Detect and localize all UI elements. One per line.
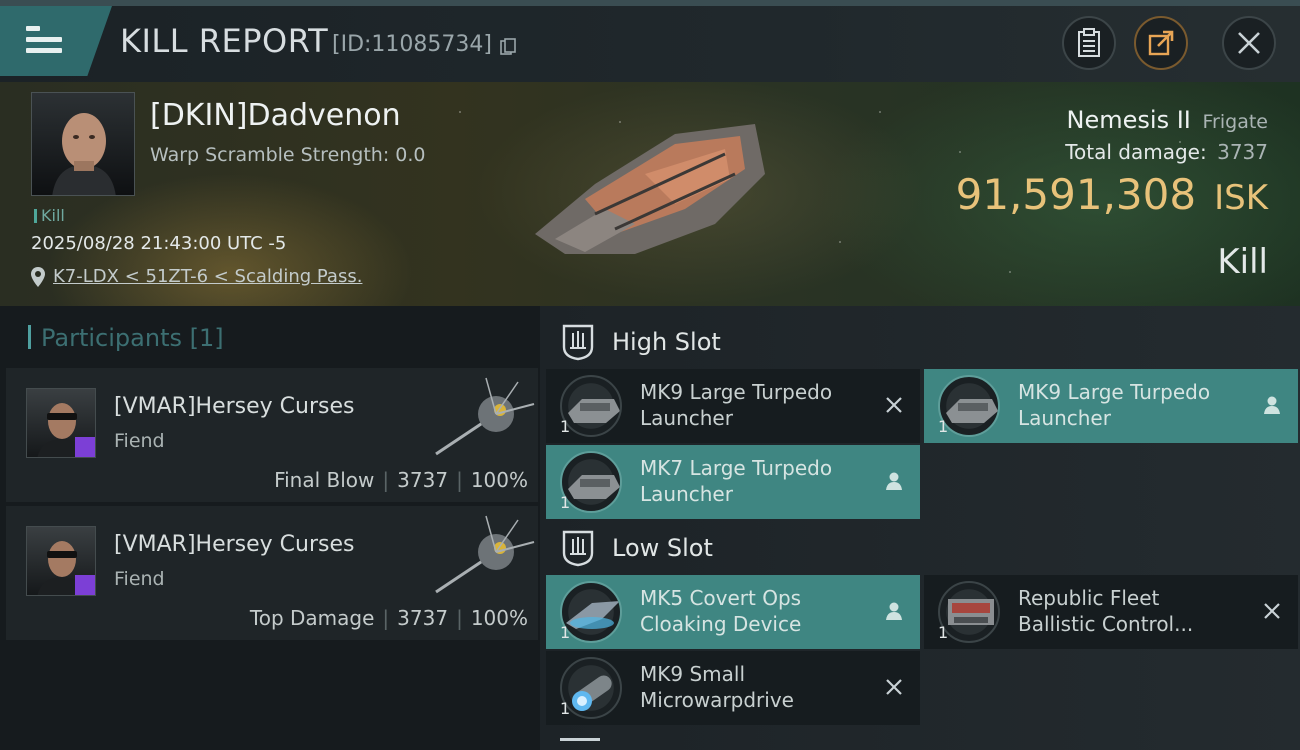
module-name: MK9 Large Turpedo Launcher [640, 380, 833, 430]
participant-stats: Top Damage | 3737 | 100% [249, 606, 528, 630]
dropped-person-icon [1260, 393, 1284, 417]
menu-button[interactable] [0, 6, 112, 76]
clipboard-button[interactable] [1062, 16, 1116, 70]
warp-scramble-strength: Warp Scramble Strength: 0.0 [150, 144, 426, 166]
destroyed-x-icon [1260, 599, 1284, 623]
high-slot-module[interactable]: 1 MK9 Large Turpedo Launcher [546, 369, 920, 443]
page-title: KILL REPORT [120, 22, 329, 60]
isk-amount: 91,591,308 [955, 170, 1197, 219]
low-slot-title: Low Slot [612, 534, 713, 562]
module-quantity: 1 [560, 493, 571, 512]
module-quantity: 1 [560, 699, 571, 718]
isk-unit: ISK [1214, 178, 1268, 218]
participant-badge [75, 437, 95, 457]
close-button[interactable] [1222, 16, 1276, 70]
share-button[interactable] [1134, 16, 1188, 70]
module-quantity: 1 [560, 417, 571, 436]
participant-percent: 100% [470, 606, 528, 630]
participant-badge [75, 575, 95, 595]
module-quantity: 1 [938, 417, 949, 436]
kill-location[interactable]: K7-LDX < 51ZT-6 < Scalding Pass. [31, 266, 362, 287]
low-slot-module[interactable]: 1 Republic Fleet Ballistic Control... [924, 575, 1298, 649]
kill-result: Kill [1217, 242, 1268, 282]
high-slot-icon [562, 324, 594, 361]
high-slot-module[interactable]: 1 MK7 Large Turpedo Launcher [546, 445, 920, 519]
module-name: Republic Fleet Ballistic Control... [1018, 586, 1194, 636]
hamburger-menu-icon [26, 26, 62, 54]
module-quantity: 1 [560, 623, 571, 642]
high-slot-header: High Slot [560, 320, 721, 364]
total-damage-value: 3737 [1217, 140, 1268, 164]
destroyed-x-icon [882, 675, 906, 699]
module-name: MK9 Large Turpedo Launcher [1018, 380, 1211, 430]
total-damage: Total damage: 3737 [1065, 140, 1268, 164]
participant-avatar [26, 526, 96, 596]
participant-name: [VMAR]Hersey Curses [114, 532, 355, 557]
participant-ship: Fiend [114, 430, 165, 452]
kill-datetime: 2025/08/28 21:43:00 UTC -5 [31, 233, 287, 254]
participant-role: Final Blow [274, 468, 375, 492]
low-slot-icon [562, 530, 594, 567]
high-slot-module[interactable]: 1 MK9 Large Turpedo Launcher [924, 369, 1298, 443]
ship-class: Frigate [1202, 111, 1268, 133]
victim-pilot-name[interactable]: [DKIN]Dadvenon [150, 98, 401, 133]
dropped-person-icon [882, 469, 906, 493]
module-name: MK7 Large Turpedo Launcher [640, 456, 833, 506]
module-name: MK9 Small Microwarpdrive [640, 662, 794, 712]
low-slot-module[interactable]: 1 MK9 Small Microwarpdrive [546, 651, 920, 725]
victim-ship-image [535, 124, 765, 254]
kill-tag: Kill [34, 206, 65, 225]
header-bar: KILL REPORT [ID:11085734] [0, 6, 1300, 82]
participant-damage: 3737 [397, 606, 449, 630]
total-damage-label: Total damage: [1065, 140, 1207, 164]
participant-avatar [26, 388, 96, 458]
share-icon [1148, 30, 1174, 56]
next-section-peek [560, 738, 600, 750]
participant-stats: Final Blow | 3737 | 100% [274, 468, 528, 492]
participants-panel: Participants [1] [VMAR]Hersey Curses Fie… [0, 306, 540, 750]
participant-ship-image [435, 515, 535, 594]
high-slot-title: High Slot [612, 328, 721, 356]
module-quantity: 1 [938, 623, 949, 642]
participant-ship: Fiend [114, 568, 165, 590]
participants-header: Participants [1] [28, 324, 224, 352]
victim-summary: [DKIN]Dadvenon Warp Scramble Strength: 0… [0, 82, 1300, 306]
participant-row[interactable]: [VMAR]Hersey Curses Fiend Top Damage | 3… [6, 506, 538, 640]
fitting-panel: High Slot 1 MK9 Large Turpedo Launcher 1… [540, 306, 1300, 750]
isk-value: 91,591,308 ISK [956, 170, 1268, 219]
close-icon [1238, 32, 1260, 54]
copy-icon[interactable] [500, 38, 516, 56]
low-slot-header: Low Slot [560, 526, 713, 570]
participant-role: Top Damage [249, 606, 375, 630]
victim-portrait[interactable] [31, 92, 135, 196]
low-slot-module[interactable]: 1 MK5 Covert Ops Cloaking Device [546, 575, 920, 649]
ship-name: Nemesis II [1066, 106, 1191, 134]
participant-ship-image [435, 377, 535, 456]
participant-percent: 100% [470, 468, 528, 492]
participant-row[interactable]: [VMAR]Hersey Curses Fiend Final Blow | 3… [6, 368, 538, 502]
location-link[interactable]: K7-LDX < 51ZT-6 < Scalding Pass. [53, 266, 362, 287]
participant-damage: 3737 [397, 468, 449, 492]
report-id: [ID:11085734] [332, 32, 492, 57]
destroyed-x-icon [882, 393, 906, 417]
victim-ship[interactable]: Nemesis II Frigate [1067, 106, 1268, 134]
dropped-person-icon [882, 599, 906, 623]
module-name: MK5 Covert Ops Cloaking Device [640, 586, 802, 636]
clipboard-icon [1078, 28, 1100, 57]
participant-name: [VMAR]Hersey Curses [114, 394, 355, 419]
location-pin-icon [31, 266, 45, 287]
